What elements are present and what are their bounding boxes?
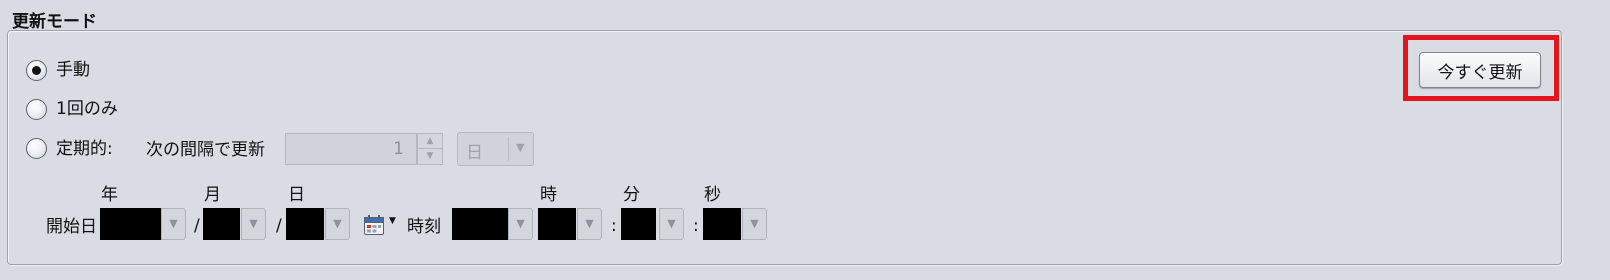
- minute-dropdown-icon[interactable]: ▼: [659, 208, 684, 240]
- spin-up-icon[interactable]: ▲: [418, 134, 442, 149]
- calendar-icon[interactable]: [363, 214, 385, 236]
- section-title: 更新モード: [12, 12, 97, 32]
- day-field[interactable]: [286, 208, 324, 240]
- radio-manual-label[interactable]: 手動: [56, 59, 90, 81]
- month-dropdown-icon[interactable]: ▼: [241, 208, 266, 240]
- second-dropdown-icon[interactable]: ▼: [742, 208, 767, 240]
- minute-header: 分: [623, 185, 640, 205]
- day-dropdown-icon[interactable]: ▼: [325, 208, 350, 240]
- hour-field[interactable]: [538, 208, 576, 240]
- interval-unit-value: 日: [466, 143, 483, 163]
- month-field[interactable]: [203, 208, 240, 240]
- minute-field[interactable]: [621, 208, 656, 240]
- year-field[interactable]: [100, 208, 161, 240]
- radio-once[interactable]: [26, 99, 47, 120]
- month-header: 月: [204, 185, 221, 205]
- radio-manual[interactable]: [26, 60, 47, 81]
- date-separator: /: [276, 216, 282, 236]
- hour-header: 時: [540, 185, 557, 205]
- calendar-dropdown-icon[interactable]: ▼: [389, 216, 396, 226]
- radio-once-label[interactable]: 1回のみ: [56, 98, 118, 120]
- interval-unit-select[interactable]: 日 ▼: [457, 132, 534, 166]
- start-date-label: 開始日: [46, 217, 97, 237]
- spin-down-icon[interactable]: ▼: [418, 149, 442, 164]
- time-separator: :: [611, 216, 617, 236]
- date-separator: /: [194, 216, 200, 236]
- second-header: 秒: [704, 185, 721, 205]
- radio-periodic[interactable]: [26, 138, 47, 159]
- refresh-now-button[interactable]: 今すぐ更新: [1419, 52, 1541, 88]
- time-dropdown-icon[interactable]: ▼: [508, 208, 533, 240]
- interval-spinner[interactable]: ▲ ▼: [417, 133, 443, 165]
- radio-periodic-label[interactable]: 定期的:: [56, 138, 113, 160]
- day-header: 日: [288, 185, 305, 205]
- year-dropdown-icon[interactable]: ▼: [161, 208, 186, 240]
- radio-selected-dot: [32, 66, 41, 75]
- second-field[interactable]: [703, 208, 741, 240]
- time-label: 時刻: [407, 217, 441, 237]
- year-header: 年: [101, 185, 118, 205]
- chevron-down-icon: ▼: [516, 141, 525, 154]
- time-separator: :: [693, 216, 699, 236]
- time-field[interactable]: [452, 208, 508, 240]
- interval-label: 次の間隔で更新: [146, 140, 265, 160]
- interval-value-input[interactable]: 1: [285, 133, 417, 165]
- hour-dropdown-icon[interactable]: ▼: [577, 208, 602, 240]
- combo-divider: [508, 137, 509, 161]
